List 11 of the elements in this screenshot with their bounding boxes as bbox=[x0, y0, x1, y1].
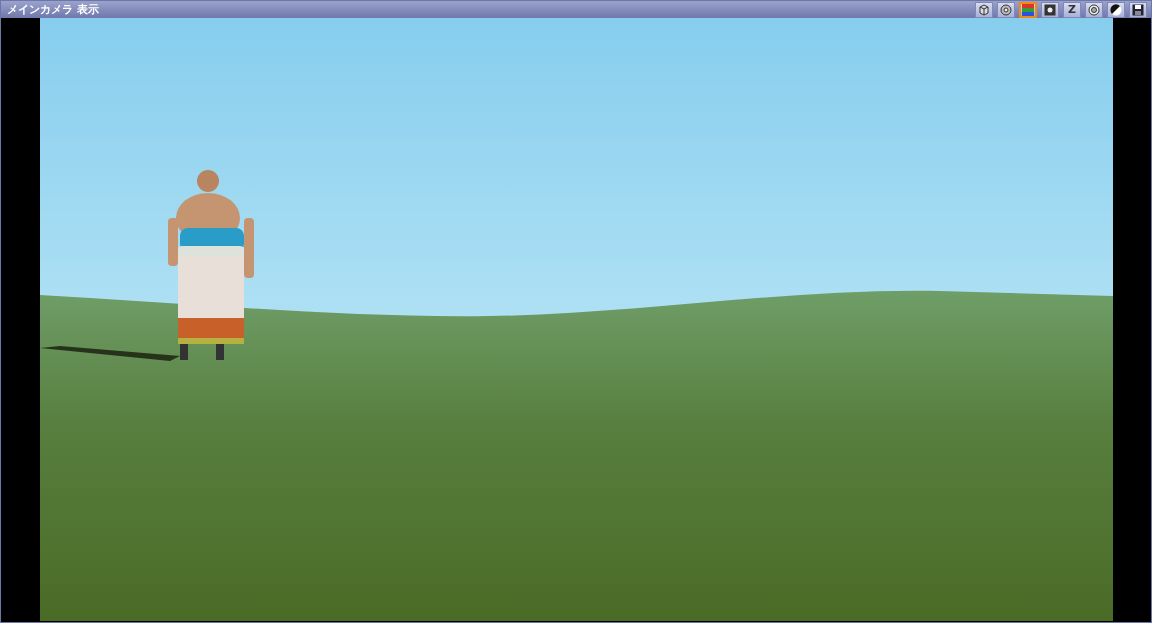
toolbar-button[interactable] bbox=[1041, 1, 1059, 18]
ring-icon bbox=[1088, 3, 1100, 16]
toolbar-button[interactable] bbox=[1085, 1, 1103, 18]
z-button[interactable]: Z bbox=[1063, 1, 1081, 18]
toolbar-button[interactable] bbox=[1107, 1, 1125, 18]
contrast-icon bbox=[1110, 3, 1122, 16]
toolbar-button[interactable] bbox=[1129, 1, 1147, 18]
save-icon bbox=[1132, 3, 1144, 16]
window-title: メインカメラ 表示 bbox=[7, 2, 99, 17]
cube-icon bbox=[978, 3, 990, 16]
color-bars-icon bbox=[1022, 3, 1034, 16]
